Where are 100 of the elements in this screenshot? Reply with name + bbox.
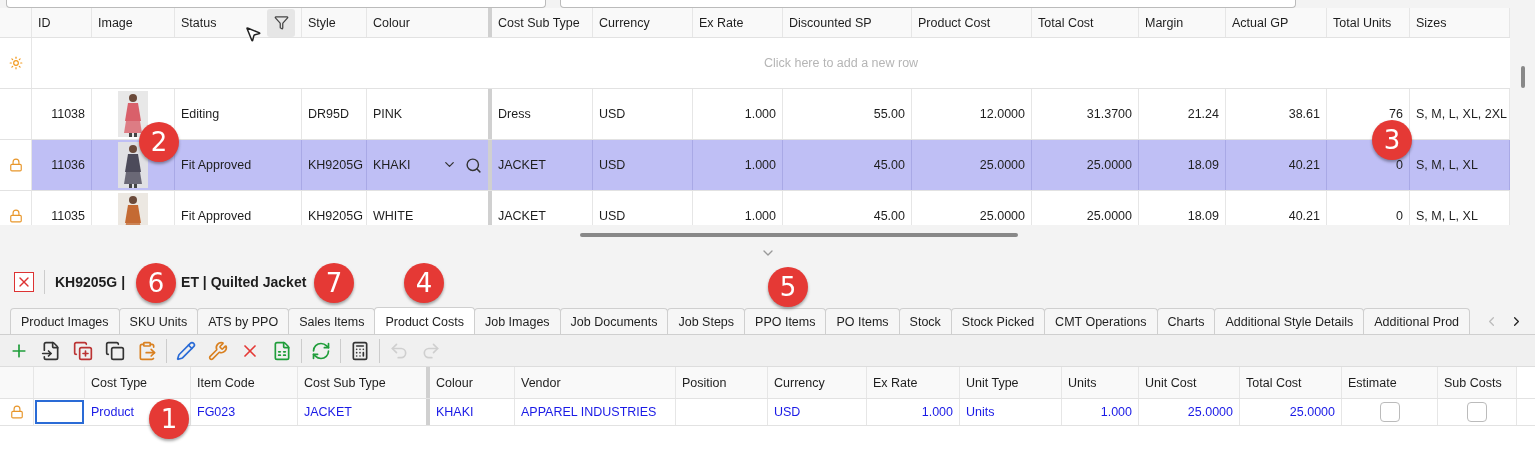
table-cell: Units [966,405,995,419]
column-header[interactable]: Actual GP [1232,15,1289,30]
table-cell: 25.0000 [1086,158,1132,172]
detail-title: KH9205G | [55,274,126,290]
column-header[interactable]: Units [1068,375,1097,390]
column-header[interactable]: Currency [599,15,650,30]
filter-icon [273,15,289,30]
table-cell: 40.21 [1288,158,1320,172]
table-cell: 38.61 [1288,107,1320,121]
table-cell: 25.0000 [1086,209,1132,223]
text-field[interactable] [6,0,546,8]
table-cell: 1.000 [1100,405,1132,419]
table-cell: USD [774,405,801,419]
table-cell: 25.0000 [979,209,1025,223]
new-row-icon [8,56,23,70]
table-cell: KHAKI [436,405,474,419]
wrench-icon[interactable] [208,340,228,361]
focused-cell[interactable] [35,400,84,424]
column-header[interactable]: Cost Type [91,375,148,390]
table-cell: 25.0000 [1187,405,1233,419]
table-cell: Fit Approved [181,158,252,172]
copy-icon[interactable] [105,340,125,361]
spreadsheet-icon[interactable] [272,340,292,361]
table-cell: S, M, L, XL [1416,158,1478,172]
column-header[interactable]: Colour [436,375,473,390]
table-cell: 45.00 [873,158,905,172]
table-cell: 11035 [51,209,85,223]
scrollbar-thumb[interactable] [580,233,1018,237]
search-icon[interactable] [465,156,482,174]
column-header[interactable]: Unit Type [966,375,1019,390]
column-header[interactable]: Unit Cost [1145,375,1197,390]
table-cell: 55.00 [873,107,905,121]
table-cell: 12.0000 [979,107,1025,121]
column-header[interactable]: Ex Rate [699,15,744,30]
table-cell: FG023 [197,405,236,419]
table-cell: KHAKI [373,158,411,172]
table-cell: 25.0000 [1289,405,1335,419]
table-cell: USD [599,209,626,223]
table-cell: 76 [1389,107,1403,121]
column-header[interactable]: Ex Rate [873,375,918,390]
table-cell: Editing [181,107,220,121]
calculator-icon[interactable] [350,340,370,361]
table-cell: 21.24 [1187,107,1219,121]
tab[interactable]: Product Images [10,308,120,334]
filter-button[interactable] [267,8,295,37]
file-import-icon[interactable] [41,340,61,361]
column-header[interactable]: Currency [774,375,825,390]
column-header[interactable]: Cost Sub Type [304,375,386,390]
scrollbar-thumb[interactable] [1520,66,1525,88]
tab[interactable]: Additional Prod [1363,308,1471,334]
table-cell: WHITE [373,209,414,223]
table-cell: Dress [498,107,531,121]
table-cell: JACKET [498,209,546,223]
table-cell: S, M, L, XL, 2XL [1416,107,1507,121]
table-cell: 1.000 [744,158,776,172]
text-field[interactable] [560,0,1296,8]
column-header[interactable]: Estimate [1348,375,1397,390]
column-header[interactable]: Colour [373,15,410,30]
table-cell: JACKET [498,158,546,172]
column-header[interactable]: Status [181,15,217,30]
number-badge: 4 [404,263,444,303]
lock-icon [8,158,23,172]
copy-plus-icon[interactable] [73,340,93,361]
column-header[interactable]: Discounted SP [789,15,872,30]
checkbox[interactable] [1467,402,1487,422]
column-header[interactable]: Total Units [1333,15,1392,30]
column-header[interactable]: Product Cost [918,15,991,30]
table-cell: DR95D [308,107,349,121]
number-badge: 5 [768,267,808,307]
column-header[interactable]: Margin [1145,15,1184,30]
table-cell: USD [599,158,626,172]
table-cell: 25.0000 [979,158,1025,172]
column-header[interactable]: Total Cost [1246,375,1302,390]
checkbox[interactable] [1379,402,1400,422]
table-cell: 11036 [51,158,85,172]
column-header[interactable]: Sizes [1416,15,1447,30]
column-header[interactable]: ID [38,15,51,30]
lock-icon [8,209,23,223]
column-header[interactable]: Image [98,15,133,30]
tab[interactable]: Product Costs [374,307,475,334]
close-button[interactable] [14,272,34,292]
table-cell: KH9205G [308,209,363,223]
paste-icon[interactable] [137,340,157,361]
table-cell: 1.000 [744,209,776,223]
table-cell: S, M, L, XL [1416,209,1478,223]
table-cell: 31.3700 [1086,107,1132,121]
column-header[interactable]: Sub Costs [1444,375,1502,390]
column-header[interactable]: Style [308,15,336,30]
lock-icon [9,405,24,419]
number-badge: 7 [314,263,354,303]
table-cell: PINK [373,107,403,121]
pencil-icon[interactable] [176,340,196,361]
column-header[interactable]: Item Code [197,375,255,390]
column-header[interactable]: Total Cost [1038,15,1094,30]
column-header[interactable]: Position [682,375,727,390]
refresh-icon[interactable] [311,340,331,361]
column-header[interactable]: Vendor [521,375,561,390]
table-cell: APPAREL INDUSTRIES [521,405,657,419]
column-header[interactable]: Cost Sub Type [498,15,580,30]
table-cell: 0 [1396,158,1403,172]
